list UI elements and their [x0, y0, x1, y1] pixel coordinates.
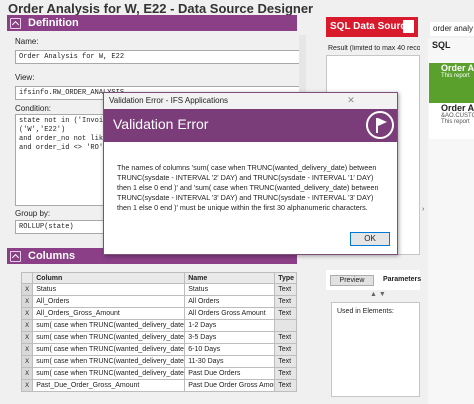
dialog-message: The names of columns 'sum( case when TRU…: [117, 163, 379, 212]
used-in-elements-label: Used in Elements:: [337, 308, 394, 315]
column-cell[interactable]: Status: [32, 283, 186, 296]
table-row[interactable]: Xsum( case when TRUNC(wanted_delivery_da…: [20, 319, 297, 332]
name-cell[interactable]: Status: [184, 283, 276, 296]
collapse-icon[interactable]: [10, 18, 21, 29]
table-row[interactable]: Xsum( case when TRUNC(wanted_delivery_da…: [20, 331, 297, 344]
remove-row-button[interactable]: X: [20, 331, 34, 344]
column-cell[interactable]: All_Orders: [32, 295, 186, 308]
column-cell[interactable]: sum( case when TRUNC(wanted_delivery_dat…: [32, 355, 186, 368]
column-header[interactable]: Column: [32, 272, 186, 284]
chevron-right-icon[interactable]: ›: [422, 206, 424, 213]
collapse-icon[interactable]: [10, 251, 21, 262]
name-header[interactable]: Name: [184, 272, 276, 284]
close-icon[interactable]: ✕: [344, 94, 358, 107]
result-item[interactable]: Order A This report: [429, 63, 474, 103]
name-cell[interactable]: All Orders: [184, 295, 276, 308]
column-cell[interactable]: sum( case when TRUNC(wanted_delivery_dat…: [32, 319, 186, 332]
definition-section-header[interactable]: Definition: [7, 15, 297, 31]
result-subtitle: This report: [441, 73, 470, 79]
column-cell[interactable]: All_Orders_Gross_Amount: [32, 307, 186, 320]
table-row[interactable]: Xsum( case when TRUNC(wanted_delivery_da…: [20, 367, 297, 380]
remove-row-button[interactable]: X: [20, 307, 34, 320]
window-title: Order Analysis for W, E22 - Data Source …: [8, 1, 314, 16]
table-row[interactable]: Xsum( case when TRUNC(wanted_delivery_da…: [20, 355, 297, 368]
document-icon[interactable]: [403, 20, 414, 33]
groupby-label: Group by:: [15, 209, 51, 218]
columns-table: Column Name Type X Status Status Text X All_O…: [20, 272, 297, 392]
result-title: Order A: [441, 63, 474, 73]
column-cell[interactable]: sum( case when TRUNC(wanted_delivery_dat…: [32, 343, 186, 356]
type-cell[interactable]: Text: [274, 331, 297, 344]
dialog-window-title: Validation Error - IFS Applications: [109, 96, 229, 105]
remove-row-button[interactable]: X: [20, 367, 34, 380]
columns-heading: Columns: [28, 250, 76, 262]
name-cell[interactable]: Past Due Order Gross Amount: [184, 379, 276, 392]
sql-data-source-title: SQL Data Sourc: [330, 21, 406, 32]
name-cell[interactable]: 1-2 Days: [184, 319, 276, 332]
name-cell[interactable]: Past Due Orders: [184, 367, 276, 380]
type-cell[interactable]: Text: [274, 343, 297, 356]
type-cell[interactable]: Text: [274, 283, 297, 296]
ifs-logo-icon: [366, 111, 394, 139]
panel-toggle-icon[interactable]: ▲ ▼: [370, 291, 386, 298]
table-row[interactable]: X All_Orders_Gross_Amount All Orders Gross…: [20, 307, 297, 320]
remove-row-button[interactable]: X: [20, 355, 34, 368]
column-cell[interactable]: sum( case when TRUNC(wanted_delivery_dat…: [32, 367, 186, 380]
view-label: View:: [15, 73, 35, 82]
table-row[interactable]: X Status Status Text: [20, 283, 297, 296]
ok-button[interactable]: OK: [350, 232, 390, 246]
remove-row-button[interactable]: X: [20, 283, 34, 296]
result-item[interactable]: Order A &AO.CUSTOM This report: [429, 103, 474, 139]
type-cell[interactable]: Text: [274, 295, 297, 308]
name-cell[interactable]: 3-5 Days: [184, 331, 276, 344]
type-cell[interactable]: Text: [274, 367, 297, 380]
used-in-elements-box: Used in Elements:: [331, 302, 420, 397]
type-header[interactable]: Type: [274, 272, 297, 284]
table-row[interactable]: X All_Orders All Orders Text: [20, 295, 297, 308]
remove-row-button[interactable]: X: [20, 379, 34, 392]
name-label: Name:: [15, 37, 39, 46]
type-cell[interactable]: [274, 319, 297, 332]
type-cell[interactable]: Text: [274, 307, 297, 320]
condition-label: Condition:: [15, 104, 52, 113]
dialog-heading: Validation Error: [113, 116, 209, 132]
results-header: SQL: [432, 40, 451, 50]
sql-data-source-header: SQL Data Sourc: [326, 17, 418, 37]
table-header-row: Column Name Type: [20, 272, 297, 284]
remove-row-button[interactable]: X: [20, 319, 34, 332]
result-subtitle: This report: [441, 119, 470, 125]
remove-row-button[interactable]: X: [20, 295, 34, 308]
column-cell[interactable]: sum( case when TRUNC(wanted_delivery_dat…: [32, 331, 186, 344]
remove-row-button[interactable]: X: [20, 343, 34, 356]
dialog-titlebar: Validation Error - IFS Applications ✕: [104, 93, 397, 109]
definition-heading: Definition: [28, 17, 79, 29]
table-row[interactable]: X Past_Due_Order_Gross_Amount Past Due Ord…: [20, 379, 297, 392]
name-cell[interactable]: 11-30 Days: [184, 355, 276, 368]
preview-button[interactable]: Preview: [330, 275, 374, 286]
search-input[interactable]: order analy: [430, 22, 474, 36]
name-cell[interactable]: 6-10 Days: [184, 343, 276, 356]
result-limit-label: Result (limited to max 40 records): [328, 45, 420, 52]
type-cell[interactable]: Text: [274, 379, 297, 392]
column-cell[interactable]: Past_Due_Order_Gross_Amount: [32, 379, 186, 392]
type-cell[interactable]: Text: [274, 355, 297, 368]
name-cell[interactable]: All Orders Gross Amount: [184, 307, 276, 320]
name-field[interactable]: Order Analysis for W, E22: [15, 50, 303, 64]
dialog-header: Validation Error: [104, 109, 397, 142]
tab-parameters[interactable]: Parameters: [383, 276, 421, 283]
result-title: Order A: [441, 103, 474, 113]
table-row[interactable]: Xsum( case when TRUNC(wanted_delivery_da…: [20, 343, 297, 356]
